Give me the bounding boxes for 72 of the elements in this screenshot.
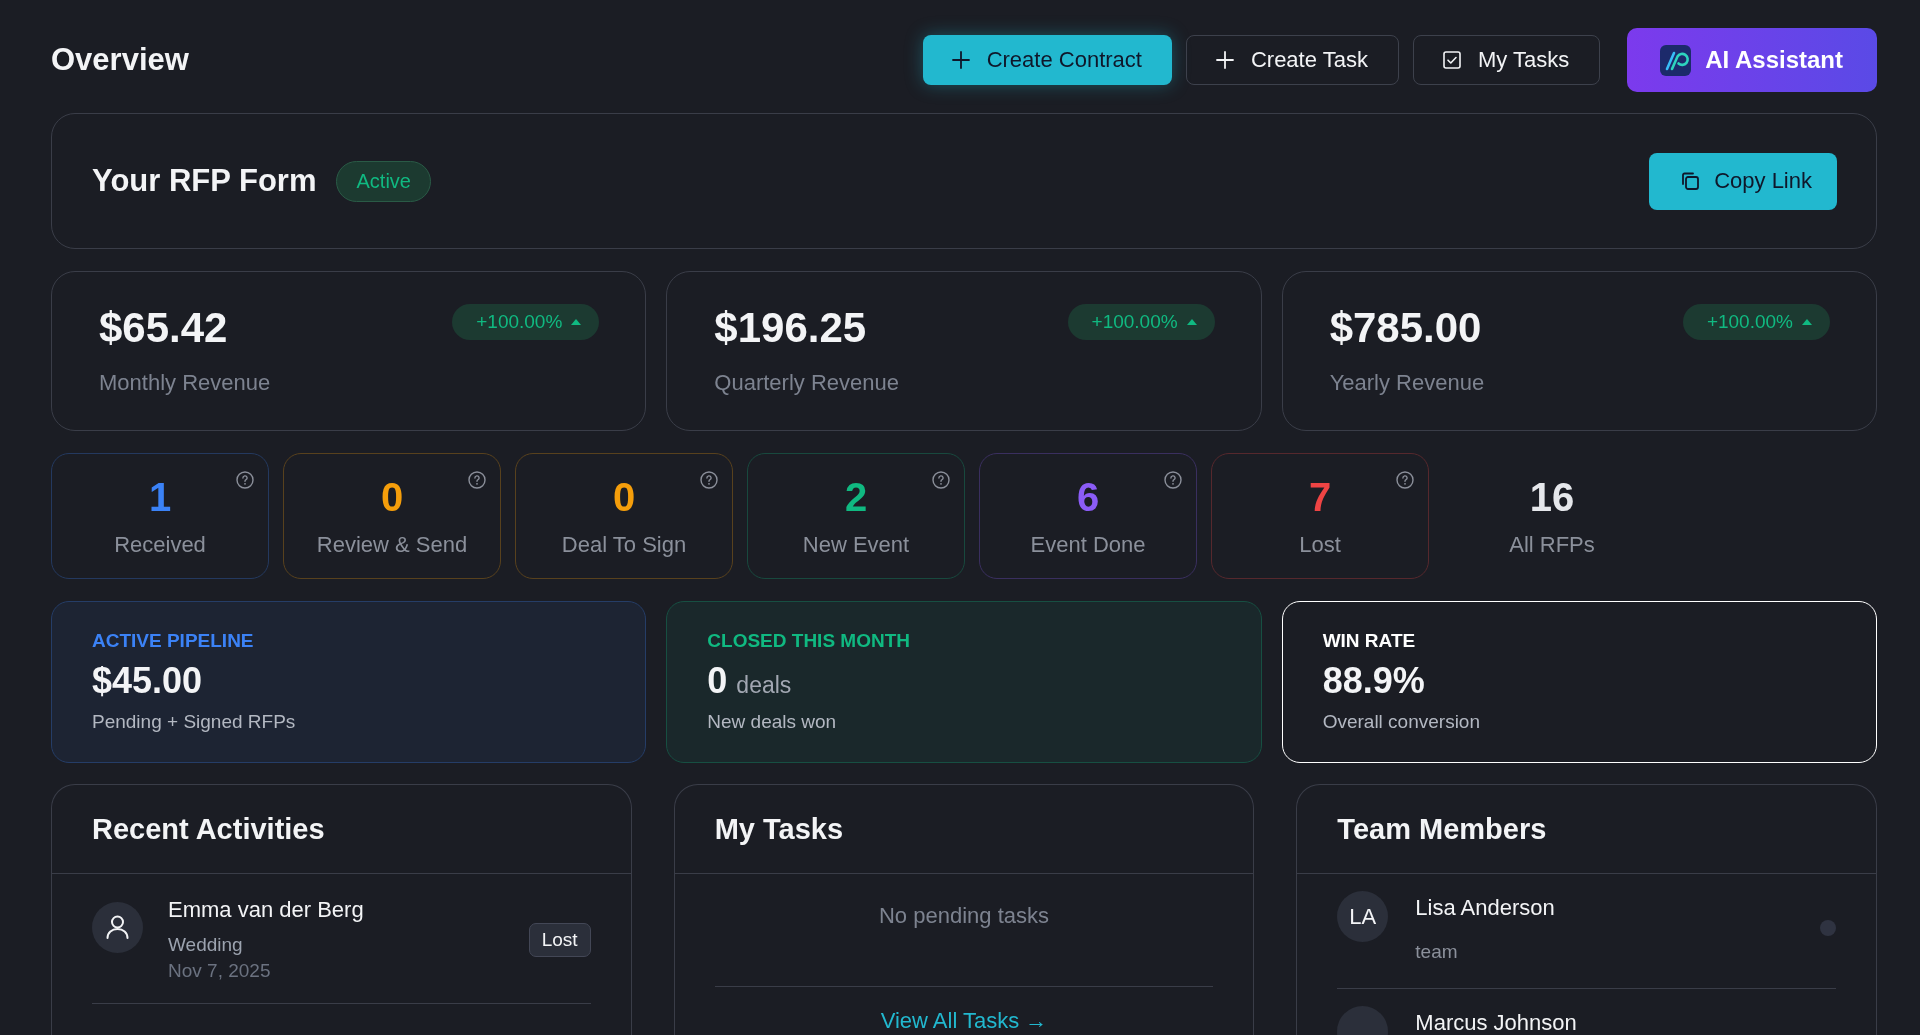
status-label: New Event [802,531,910,558]
change-value: +100.00% [476,311,563,333]
member-name: Marcus Johnson [1415,1011,1577,1035]
summary-label: ACTIVE PIPELINE [92,630,255,652]
summary-value: 88.9% [1322,661,1425,701]
page-title: Overview [51,42,189,78]
member-name: Lisa Anderson [1415,896,1555,920]
view-all-tasks-link[interactable]: View All Tasks → [880,1008,1048,1033]
copy-link-button[interactable]: Copy Link [1649,152,1837,210]
status-card[interactable]: 6 Event Done [979,453,1197,579]
panel-title: Team Members [1337,812,1547,846]
revenue-value: $65.42 [99,305,228,351]
status-count: 6 [1076,474,1100,519]
summary-value: $45.00 [92,661,203,701]
status-count: 7 [1308,474,1332,519]
panel-title: My Tasks [714,812,844,846]
summary-value: 0 [707,661,728,701]
change-value: +100.00% [1091,311,1178,333]
summary-label: WIN RATE [1322,630,1417,652]
status-card[interactable]: 0 Deal To Sign [515,453,733,579]
help-icon[interactable] [468,471,486,489]
status-label: Lost [1299,531,1341,558]
help-icon[interactable] [700,471,718,489]
revenue-value: $196.25 [714,305,867,351]
create-task-button[interactable]: Create Task [1185,35,1399,85]
help-icon[interactable] [1396,471,1414,489]
revenue-label: Yearly Revenue [1329,370,1486,396]
my-tasks-button[interactable]: My Tasks [1412,35,1601,85]
activity-date: Nov 7, 2025 [168,959,271,983]
change-value: +100.00% [1706,311,1793,333]
summary-note: New deals won [707,711,838,733]
status-card[interactable]: 7 Lost [1211,453,1429,579]
status-label: Deal To Sign [561,531,687,558]
status-label: Received [114,531,206,558]
help-icon[interactable] [1164,471,1182,489]
status-label: Review & Send [316,531,468,558]
summary-note: Overall conversion [1322,711,1481,733]
plus-icon [1215,51,1234,69]
status-badge: Lost [528,923,591,957]
status-label: Event Done [1030,531,1146,558]
checkbox-icon [1442,51,1461,69]
copy-icon [1680,171,1701,191]
logo-icon [1660,44,1692,76]
status-count: 2 [844,474,868,519]
summary-label: CLOSED THIS MONTH [707,630,911,652]
status-card[interactable]: 0 Review & Send [283,453,501,579]
revenue-label: Quarterly Revenue [714,370,900,396]
status-count: 0 [380,474,404,519]
summary-unit: deals [736,672,792,699]
status-count: 0 [612,474,636,519]
revenue-value: $785.00 [1329,305,1482,351]
status-card[interactable]: 2 New Event [747,453,965,579]
ai-assistant-button[interactable]: AI Assistant [1627,28,1877,92]
help-icon[interactable] [236,471,254,489]
empty-tasks-text: No pending tasks [879,903,1049,928]
member-role: team [1415,940,1458,964]
plus-icon [951,51,970,69]
event-type: Wedding [168,933,243,957]
panel-title: Recent Activities [92,812,325,846]
help-icon[interactable] [932,471,950,489]
summary-note: Pending + Signed RFPs [92,711,297,733]
create-contract-button[interactable]: Create Contract [922,35,1172,85]
avatar-initials: LA [1337,891,1389,942]
total-count[interactable]: 16 [1529,474,1575,519]
status-card[interactable]: 1 Received [51,453,269,579]
status-count: 1 [148,474,172,519]
total-label: All RFPs [1509,531,1595,558]
rfp-form-title: Your RFP Form [92,163,317,199]
user-avatar-icon [92,902,143,953]
revenue-label: Monthly Revenue [99,370,272,396]
client-name: Emma van der Berg [168,897,364,923]
status-badge: Active [336,160,431,202]
